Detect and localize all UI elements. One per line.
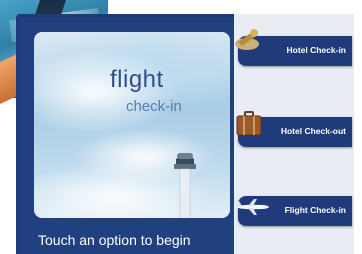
hero-title: flight (110, 66, 164, 93)
hotel-key-icon (235, 29, 259, 50)
flight-checkin-label: Flight Check-in (284, 205, 346, 215)
hotel-checkout-button[interactable]: Hotel Check-out (236, 111, 352, 147)
main-panel: flight check-in Touch an option to begin (20, 18, 235, 254)
control-tower-icon (174, 153, 196, 218)
hotel-checkin-label: Hotel Check-in (286, 45, 346, 55)
hero-subtitle: check-in (126, 98, 182, 115)
hotel-checkin-button[interactable]: Hotel Check-in (235, 29, 352, 66)
touch-prompt: Touch an option to begin (38, 232, 191, 248)
hero-image: flight check-in (34, 32, 230, 218)
hotel-checkout-label: Hotel Check-out (280, 126, 346, 136)
options-panel: Hotel Check-in Hotel Check-out Flight Ch… (234, 14, 354, 254)
airplane-icon (236, 199, 269, 215)
kiosk-screen: flight check-in Touch an option to begin… (16, 14, 354, 254)
flight-checkin-button[interactable]: Flight Check-in (236, 196, 352, 226)
suitcase-icon (236, 111, 262, 136)
